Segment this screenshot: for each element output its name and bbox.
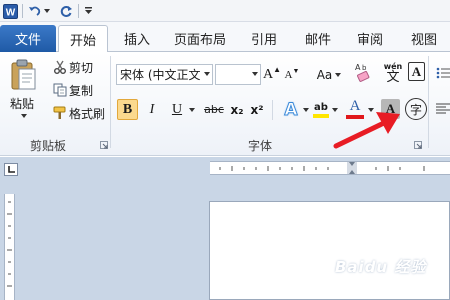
align-left-icon[interactable]: [435, 100, 450, 118]
ribbon-home: 粘贴 剪切 复制 格式刷 剪贴板 宋体 (中文正文 A ▲ A ▼ Aa Ab wé…: [0, 52, 450, 156]
font-row-separator: [272, 100, 273, 120]
group-separator: [428, 56, 429, 148]
tab-home[interactable]: 开始: [58, 25, 108, 52]
underline-button[interactable]: U: [167, 99, 187, 120]
phonetic-base-glyph: 文: [386, 69, 400, 85]
format-painter-label[interactable]: 格式刷: [69, 105, 105, 122]
ribbon-tabs: 文件 开始 插入 页面布局 引用 邮件 审阅 视图: [0, 22, 450, 52]
tab-file[interactable]: 文件: [0, 25, 56, 52]
text-effects-dropdown-icon[interactable]: [302, 106, 310, 114]
shrink-font-button[interactable]: A ▼: [283, 64, 301, 85]
svg-text:A: A: [355, 63, 361, 72]
character-border-button[interactable]: A: [408, 62, 425, 81]
underline-dropdown-icon[interactable]: [187, 104, 197, 116]
watermark: Baidu 经验: [335, 258, 427, 276]
paste-button[interactable]: [6, 56, 42, 94]
font-name-value: 宋体 (中文正文: [120, 68, 201, 82]
quick-access-toolbar: W: [0, 0, 450, 22]
paste-dropdown-icon[interactable]: [21, 114, 27, 118]
vertical-ruler[interactable]: [4, 194, 15, 300]
tab-selector-icon[interactable]: [4, 163, 18, 176]
superscript-button[interactable]: x²: [248, 99, 266, 120]
highlight-button[interactable]: ab: [312, 98, 330, 121]
font-launcher-icon[interactable]: [414, 138, 422, 152]
redo-icon[interactable]: [58, 2, 74, 20]
scissors-icon[interactable]: [52, 59, 68, 75]
font-group-label: 字体: [248, 139, 273, 153]
paste-label[interactable]: 粘贴: [10, 95, 34, 112]
copy-icon[interactable]: [52, 82, 68, 98]
italic-button[interactable]: I: [143, 99, 161, 120]
horizontal-ruler[interactable]: [210, 161, 450, 175]
undo-dropdown-icon[interactable]: [42, 2, 52, 20]
group-separator: [110, 56, 111, 148]
font-name-select[interactable]: 宋体 (中文正文: [116, 64, 213, 85]
cut-label[interactable]: 剪切: [69, 59, 93, 76]
clipboard-group-label: 剪贴板: [30, 139, 67, 153]
bold-button[interactable]: B: [117, 99, 138, 120]
grow-font-button[interactable]: A ▲: [263, 64, 281, 85]
tab-review[interactable]: 审阅: [350, 25, 390, 52]
document-page[interactable]: [209, 201, 450, 300]
highlight-color-bar: [313, 113, 329, 118]
svg-text:b: b: [362, 64, 367, 72]
tab-view[interactable]: 视图: [404, 25, 444, 52]
tab-mailings[interactable]: 邮件: [298, 25, 338, 52]
phonetic-guide-button[interactable]: wén 文: [381, 59, 405, 87]
customize-qa-icon[interactable]: [82, 2, 94, 20]
undo-icon[interactable]: [28, 2, 42, 20]
change-case-button[interactable]: Aa: [316, 64, 342, 85]
tab-page-layout[interactable]: 页面布局: [168, 25, 232, 52]
copy-label[interactable]: 复制: [69, 82, 93, 99]
tab-insert[interactable]: 插入: [118, 25, 156, 52]
qa-separator: [78, 4, 79, 18]
tab-references[interactable]: 引用: [244, 25, 284, 52]
format-painter-icon[interactable]: [52, 105, 68, 121]
strikethrough-button[interactable]: abc: [200, 99, 228, 120]
clear-formatting-button[interactable]: Ab: [351, 59, 377, 87]
subscript-button[interactable]: x₂: [228, 99, 246, 120]
clipboard-launcher-icon[interactable]: [100, 138, 108, 152]
qa-separator: [22, 4, 23, 18]
word-app-icon[interactable]: W: [2, 2, 18, 20]
font-size-select[interactable]: [215, 64, 261, 85]
svg-text:W: W: [5, 7, 15, 18]
annotation-arrow-icon: [333, 112, 400, 149]
bullets-icon[interactable]: [435, 64, 450, 82]
text-effects-button[interactable]: A: [281, 98, 301, 121]
